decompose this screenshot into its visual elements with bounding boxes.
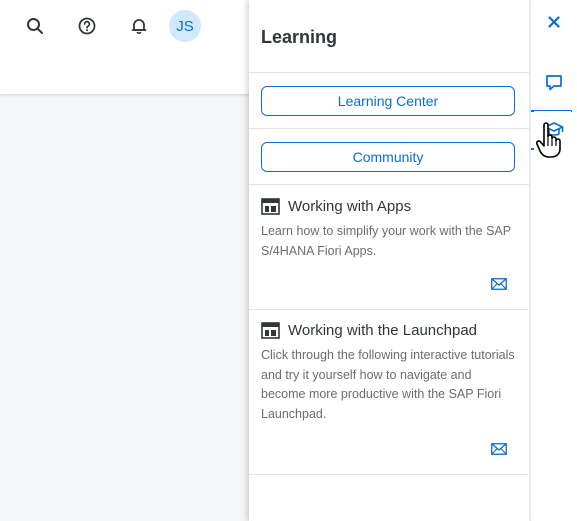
tile-icon [261, 198, 280, 215]
mail-icon [491, 278, 507, 290]
card-title-working-with-apps[interactable]: Working with Apps [261, 198, 411, 215]
card-description: Click through the following interactive … [261, 348, 515, 421]
close-icon [548, 16, 560, 28]
right-rail [530, 0, 577, 521]
divider [249, 309, 529, 310]
community-button[interactable]: Community [261, 142, 515, 172]
avatar-initials: JS [176, 17, 194, 35]
help-icon [78, 17, 96, 35]
community-label: Community [352, 149, 424, 165]
avatar[interactable]: JS [169, 10, 201, 42]
divider [249, 72, 529, 73]
panel-title: Learning [261, 27, 338, 47]
mail-icon [491, 443, 507, 455]
mail-button[interactable] [491, 277, 507, 290]
search-icon [27, 18, 43, 34]
mail-button[interactable] [491, 442, 507, 455]
close-button[interactable] [531, 4, 577, 40]
notifications-button[interactable] [123, 10, 155, 42]
card-description: Learn how to simplify your work with the… [261, 224, 511, 258]
card-title-label: Working with the Launchpad [288, 322, 478, 339]
tile-icon [261, 322, 280, 339]
learning-center-button[interactable]: Learning Center [261, 86, 515, 116]
search-button[interactable] [19, 10, 51, 42]
chat-icon [546, 74, 562, 90]
bell-icon [131, 19, 147, 34]
divider [249, 128, 529, 129]
divider [249, 184, 529, 185]
learning-center-label: Learning Center [337, 93, 439, 109]
card-title-working-with-launchpad[interactable]: Working with the Launchpad [261, 322, 477, 339]
hand-cursor-icon [535, 122, 562, 163]
divider [249, 474, 529, 475]
help-button[interactable] [71, 10, 103, 42]
shell-header: JS [0, 0, 250, 94]
card-title-label: Working with Apps [288, 198, 412, 215]
learning-panel: Learning Learning Center Community Worki… [249, 0, 529, 521]
chat-button[interactable] [531, 64, 577, 100]
